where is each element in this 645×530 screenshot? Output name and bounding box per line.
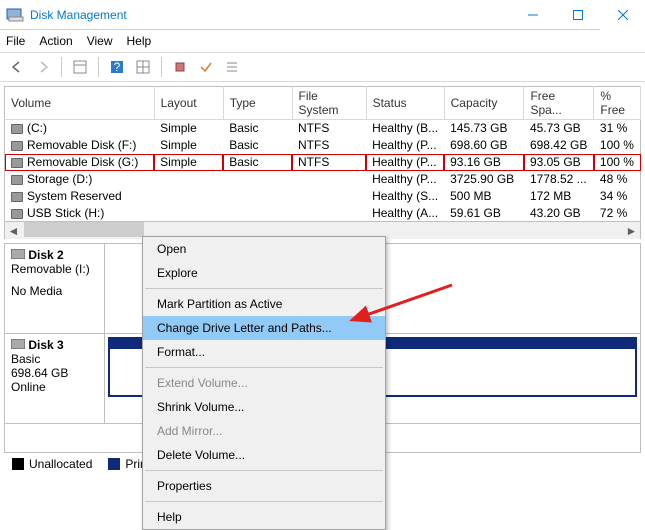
ctx-format[interactable]: Format...: [143, 340, 385, 364]
col-layout[interactable]: Layout: [154, 87, 223, 120]
col-percent[interactable]: % Free: [594, 87, 641, 120]
disk-icon: [11, 338, 28, 352]
view-toggle-button[interactable]: [69, 56, 91, 78]
scroll-thumb[interactable]: [24, 222, 144, 237]
settings-button[interactable]: [169, 56, 191, 78]
disk-icon: [11, 248, 28, 262]
volume-icon: [11, 175, 23, 185]
toolbar: ?: [0, 52, 645, 82]
disk-info: Basic: [11, 352, 98, 366]
forward-button[interactable]: [32, 56, 54, 78]
window-title: Disk Management: [30, 8, 510, 22]
list-button[interactable]: [221, 56, 243, 78]
ctx-properties[interactable]: Properties: [143, 474, 385, 498]
legend-swatch-unallocated: [12, 458, 24, 470]
volume-icon: [11, 192, 23, 202]
col-free[interactable]: Free Spa...: [524, 87, 594, 120]
volume-icon: [11, 141, 23, 151]
ctx-explore[interactable]: Explore: [143, 261, 385, 285]
svg-text:?: ?: [114, 60, 121, 74]
volume-table[interactable]: Volume Layout Type File System Status Ca…: [4, 86, 641, 222]
table-row[interactable]: Storage (D:)Healthy (P...3725.90 GB1778.…: [5, 171, 641, 188]
col-status[interactable]: Status: [366, 87, 444, 120]
ctx-help[interactable]: Help: [143, 505, 385, 529]
scroll-left-icon[interactable]: ◄: [5, 222, 22, 239]
ctx-mark-active[interactable]: Mark Partition as Active: [143, 292, 385, 316]
disk-info: 698.64 GB: [11, 366, 98, 380]
menu-file[interactable]: File: [6, 34, 25, 48]
scroll-right-icon[interactable]: ►: [623, 222, 640, 239]
ctx-extend-volume: Extend Volume...: [143, 371, 385, 395]
close-button[interactable]: [600, 0, 645, 30]
disk-info: Removable (I:): [11, 262, 98, 276]
col-filesystem[interactable]: File System: [292, 87, 366, 120]
col-capacity[interactable]: Capacity: [444, 87, 524, 120]
maximize-button[interactable]: [555, 0, 600, 30]
table-row[interactable]: USB Stick (H:)Healthy (A...59.61 GB43.20…: [5, 205, 641, 222]
ctx-change-drive-letter[interactable]: Change Drive Letter and Paths...: [143, 316, 385, 340]
col-type[interactable]: Type: [223, 87, 292, 120]
disk-header: Disk 3 Basic 698.64 GB Online: [5, 334, 105, 423]
help-button[interactable]: ?: [106, 56, 128, 78]
menu-view[interactable]: View: [87, 34, 113, 48]
titlebar: Disk Management: [0, 0, 645, 30]
disk-info: No Media: [11, 284, 98, 298]
disk-info: Online: [11, 380, 98, 394]
check-button[interactable]: [195, 56, 217, 78]
col-volume[interactable]: Volume: [5, 87, 155, 120]
volume-icon: [11, 124, 23, 134]
legend-unallocated: Unallocated: [29, 457, 92, 471]
content: Volume Layout Type File System Status Ca…: [0, 82, 645, 478]
volume-icon: [11, 158, 23, 168]
table-row[interactable]: Removable Disk (G:)SimpleBasicNTFSHealth…: [5, 154, 641, 171]
ctx-add-mirror: Add Mirror...: [143, 419, 385, 443]
ctx-delete-volume[interactable]: Delete Volume...: [143, 443, 385, 467]
disk-title: Disk 3: [28, 338, 63, 352]
app-icon: [6, 6, 24, 24]
minimize-button[interactable]: [510, 0, 555, 30]
disk-title: Disk 2: [28, 248, 63, 262]
table-row[interactable]: System ReservedHealthy (S...500 MB172 MB…: [5, 188, 641, 205]
table-row[interactable]: Removable Disk (F:)SimpleBasicNTFSHealth…: [5, 137, 641, 154]
legend-swatch-primary: [108, 458, 120, 470]
context-menu: Open Explore Mark Partition as Active Ch…: [142, 236, 386, 530]
menu-action[interactable]: Action: [39, 34, 72, 48]
disk-header: Disk 2 Removable (I:) No Media: [5, 244, 105, 333]
back-button[interactable]: [6, 56, 28, 78]
menu-help[interactable]: Help: [127, 34, 152, 48]
volume-icon: [11, 209, 23, 219]
refresh-button[interactable]: [132, 56, 154, 78]
table-row[interactable]: (C:)SimpleBasicNTFSHealthy (B...145.73 G…: [5, 120, 641, 137]
menubar: File Action View Help: [0, 30, 645, 52]
ctx-shrink-volume[interactable]: Shrink Volume...: [143, 395, 385, 419]
ctx-open[interactable]: Open: [143, 237, 385, 261]
